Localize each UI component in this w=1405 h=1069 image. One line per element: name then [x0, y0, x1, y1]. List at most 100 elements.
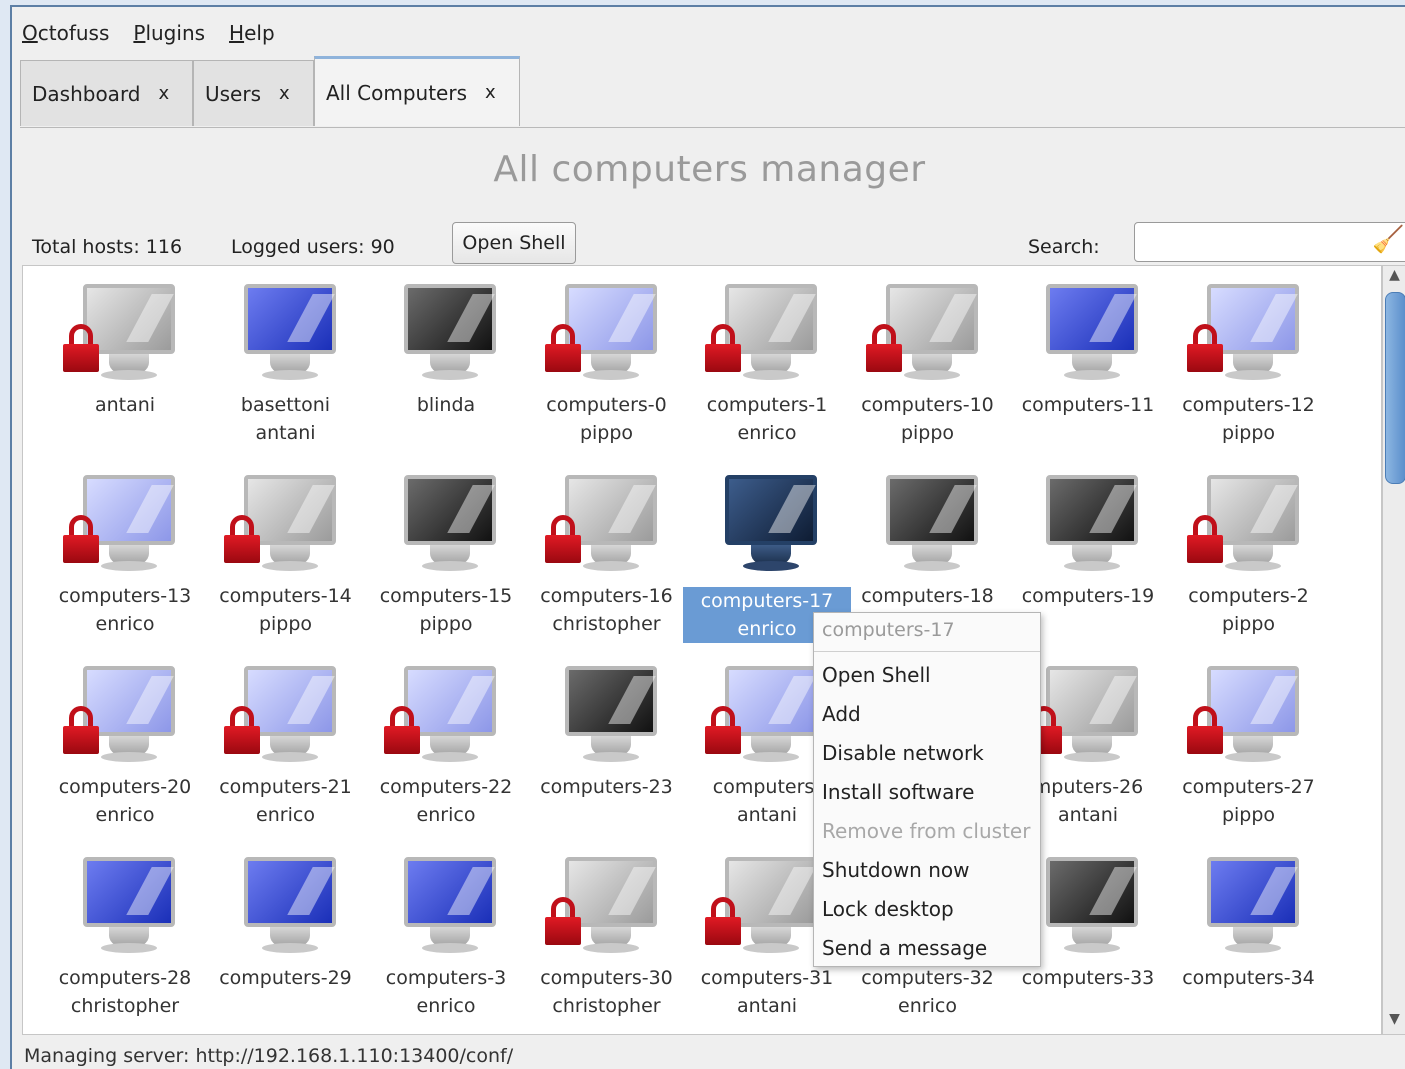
computer-item[interactable]: computers-27 pippo	[1169, 648, 1329, 838]
menu-help[interactable]: Help	[229, 21, 275, 51]
scroll-thumb[interactable]	[1385, 292, 1405, 484]
tab-all-computers[interactable]: All Computers x	[314, 56, 520, 126]
monitor-icon	[1046, 475, 1138, 545]
computer-labels: computers-2 pippo	[1165, 582, 1333, 638]
vertical-scrollbar[interactable]: ▲ ▼	[1382, 265, 1405, 1035]
close-tab-icon[interactable]: x	[159, 83, 170, 104]
computer-item[interactable]: basettoni antani	[206, 266, 366, 456]
computer-name: computers-0	[546, 394, 667, 416]
computer-item[interactable]: computers-20 enrico	[45, 648, 205, 838]
computer-item[interactable]: computers-23	[527, 648, 687, 838]
monitor-icon	[404, 857, 496, 927]
computer-labels: computers-31 antani	[683, 964, 851, 1020]
computer-item[interactable]: computers-10 pippo	[848, 266, 1008, 456]
computer-item[interactable]: computers-12 pippo	[1169, 266, 1329, 456]
clear-search-icon[interactable]: 🧹	[1372, 225, 1404, 255]
monitor-base	[582, 752, 639, 762]
computer-item[interactable]: computers-29	[206, 839, 366, 1029]
computer-item[interactable]: computers-0 pippo	[527, 266, 687, 456]
context-menu-title: computers-17	[814, 613, 1040, 652]
computer-labels: computers-27 pippo	[1165, 773, 1333, 829]
context-menu: computers-17 Open Shell Add Disable networ…	[813, 612, 1041, 967]
computer-name: computers-16	[540, 585, 673, 607]
computer-name: computers-12	[1182, 394, 1315, 416]
monitor-icon	[83, 857, 175, 927]
monitor-base	[1224, 752, 1281, 762]
computer-item[interactable]: computers-15 pippo	[366, 457, 526, 647]
computer-item[interactable]: computers-1 enrico	[687, 266, 847, 456]
context-menu-item-shutdown-now[interactable]: Shutdown now	[814, 851, 1040, 890]
lock-icon	[865, 324, 902, 372]
close-tab-icon[interactable]: x	[279, 83, 290, 104]
monitor-base	[261, 943, 318, 953]
monitor-icon	[243, 284, 336, 354]
computer-user: christopher	[70, 995, 180, 1017]
computer-item[interactable]: computers-22 enrico	[366, 648, 526, 838]
monitor-base	[101, 943, 157, 953]
monitor-base	[101, 370, 157, 380]
context-menu-item-disable-network[interactable]: Disable network	[814, 734, 1040, 773]
computer-item[interactable]: computers-30 christopher	[527, 839, 687, 1029]
scroll-up-icon[interactable]: ▲	[1384, 267, 1405, 289]
monitor-icon	[1046, 284, 1138, 354]
context-menu-item-send-a-message[interactable]: Send a message	[814, 929, 1040, 968]
monitor-base	[422, 370, 478, 380]
computer-item[interactable]: computers-3 enrico	[366, 839, 526, 1029]
computer-item[interactable]: antani	[45, 266, 205, 456]
computer-item[interactable]: computers-28 christopher	[45, 839, 205, 1029]
monitor-base	[743, 370, 799, 380]
lock-icon	[223, 706, 260, 754]
computer-labels: computers-18	[844, 582, 1012, 610]
monitor-base	[422, 561, 478, 571]
tab-users[interactable]: Users x	[193, 60, 314, 126]
computer-labels: computers-16 christopher	[523, 582, 691, 638]
context-menu-item-open-shell[interactable]: Open Shell	[814, 656, 1040, 695]
menu-octofuss[interactable]: Octofuss	[22, 21, 109, 51]
computer-user: enrico	[95, 804, 155, 826]
context-menu-item-add[interactable]: Add	[814, 695, 1040, 734]
computer-item[interactable]: computers-14 pippo	[206, 457, 366, 647]
computer-user: pippo	[419, 613, 473, 635]
search-label: Search:	[1028, 236, 1100, 258]
open-shell-button[interactable]: Open Shell	[452, 222, 576, 264]
computer-name: computers-3	[385, 967, 507, 989]
computer-name: computers-19	[1021, 585, 1155, 607]
scroll-down-icon[interactable]: ▼	[1384, 1011, 1405, 1033]
lock-icon	[63, 515, 99, 563]
computer-name: computers-18	[861, 585, 994, 607]
lock-icon	[705, 706, 741, 754]
monitor-base	[261, 752, 318, 762]
computer-name: computers-32	[861, 967, 994, 989]
computer-name: computers-23	[540, 776, 673, 798]
computer-labels: computers-33	[1004, 964, 1172, 992]
monitor-base	[1064, 561, 1120, 571]
computer-user: christopher	[552, 995, 661, 1017]
monitor-base	[582, 561, 639, 571]
computer-item[interactable]: computers-2 pippo	[1169, 457, 1329, 647]
monitor-base	[261, 561, 318, 571]
computer-item[interactable]: blinda	[366, 266, 526, 456]
lock-icon	[705, 324, 741, 372]
monitor-base	[743, 943, 799, 953]
lock-icon	[1186, 706, 1223, 754]
close-tab-icon[interactable]: x	[485, 82, 496, 103]
page-title: All computers manager	[493, 149, 926, 190]
computer-name: computers-30	[540, 967, 673, 989]
computer-item[interactable]: computers-11	[1008, 266, 1168, 456]
computer-item[interactable]: computers-13 enrico	[45, 457, 205, 647]
monitor-base	[1064, 943, 1120, 953]
computer-labels: computers-32 enrico	[844, 964, 1012, 1020]
computer-name: basettoni	[240, 394, 331, 416]
computer-labels: computers-28 christopher	[41, 964, 209, 1020]
context-menu-item-install-software[interactable]: Install software	[814, 773, 1040, 812]
menu-plugins[interactable]: Plugins	[133, 21, 205, 51]
search-input[interactable]	[1134, 222, 1405, 262]
context-menu-item-lock-desktop[interactable]: Lock desktop	[814, 890, 1040, 929]
computer-name: computers-34	[1182, 967, 1315, 989]
computer-grid: antani basettoni antani blinda computers-0 pi…	[22, 265, 1382, 1035]
computer-item[interactable]: computers-21 enrico	[206, 648, 366, 838]
monitor-icon	[1046, 857, 1138, 927]
tab-dashboard[interactable]: Dashboard x	[20, 60, 193, 126]
computer-item[interactable]: computers-16 christopher	[527, 457, 687, 647]
computer-item[interactable]: computers-34	[1169, 839, 1329, 1029]
